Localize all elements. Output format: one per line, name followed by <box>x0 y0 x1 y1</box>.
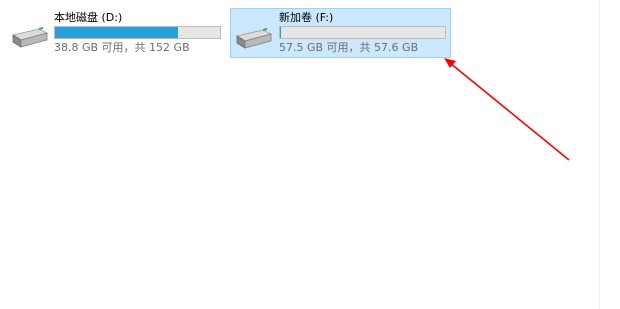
drive-usage-bar <box>279 26 446 39</box>
file-explorer-drives-view: 本地磁盘 (D:) 38.8 GB 可用，共 152 GB 新加卷 (F:) 5… <box>0 0 620 309</box>
drive-usage-fill <box>55 27 178 38</box>
hard-drive-icon <box>235 27 273 49</box>
drive-tile-f[interactable]: 新加卷 (F:) 57.5 GB 可用，共 57.6 GB <box>230 8 451 58</box>
drive-space-text: 57.5 GB 可用，共 57.6 GB <box>279 41 419 54</box>
drive-label: 新加卷 (F:) <box>279 11 334 24</box>
drive-usage-bar <box>54 26 221 39</box>
hard-drive-icon <box>11 26 49 48</box>
pane-divider <box>599 0 600 309</box>
drive-space-text: 38.8 GB 可用，共 152 GB <box>54 41 190 54</box>
drive-label: 本地磁盘 (D:) <box>54 11 123 24</box>
drive-tile-d[interactable]: 本地磁盘 (D:) 38.8 GB 可用，共 152 GB <box>6 8 226 58</box>
